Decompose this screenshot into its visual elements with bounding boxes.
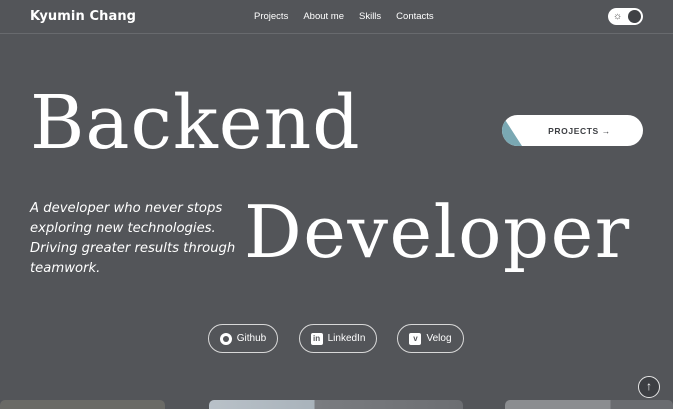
hero-title-developer: Developer	[244, 190, 631, 274]
projects-button[interactable]: PROJECTS →	[502, 115, 643, 146]
toggle-knob	[628, 10, 641, 23]
projects-button-label: PROJECTS →	[548, 125, 611, 136]
sun-icon: ☼	[613, 11, 623, 22]
scroll-to-top-button[interactable]: ↑	[638, 376, 660, 398]
theme-toggle[interactable]: ☼	[608, 8, 643, 25]
tagline-line: exploring new technologies.	[30, 221, 216, 236]
nav-projects[interactable]: Projects	[254, 11, 288, 22]
linkedin-label: LinkedIn	[327, 333, 366, 344]
project-thumbnail[interactable]	[0, 400, 165, 409]
hero-title-backend: Backend	[30, 80, 361, 166]
linkedin-button[interactable]: in LinkedIn	[299, 324, 377, 353]
velog-label: Velog	[426, 333, 452, 344]
brand-logo[interactable]: Kyumin Chang	[30, 9, 136, 24]
main-nav: Projects About me Skills Contacts	[254, 11, 434, 22]
arrow-up-icon: ↑	[646, 379, 652, 393]
velog-icon: v	[409, 332, 422, 345]
github-label: Github	[236, 333, 267, 344]
tagline-line: A developer who never stops	[30, 201, 223, 216]
velog-button[interactable]: v Velog	[397, 324, 464, 353]
nav-skills[interactable]: Skills	[359, 11, 381, 22]
nav-contacts[interactable]: Contacts	[396, 11, 434, 22]
project-thumbnail[interactable]	[505, 400, 673, 409]
github-icon	[219, 332, 232, 345]
linkedin-icon: in	[310, 332, 323, 345]
project-thumbnail[interactable]	[209, 400, 463, 409]
header: Kyumin Chang Projects About me Skills Co…	[0, 0, 673, 34]
tagline-line: Driving greater results through	[30, 241, 236, 256]
nav-about-me[interactable]: About me	[303, 11, 344, 22]
github-button[interactable]: Github	[208, 324, 278, 353]
hero-tagline: A developer who never stops exploring ne…	[30, 199, 235, 279]
button-accent	[502, 115, 522, 146]
tagline-line: teamwork.	[30, 261, 101, 276]
